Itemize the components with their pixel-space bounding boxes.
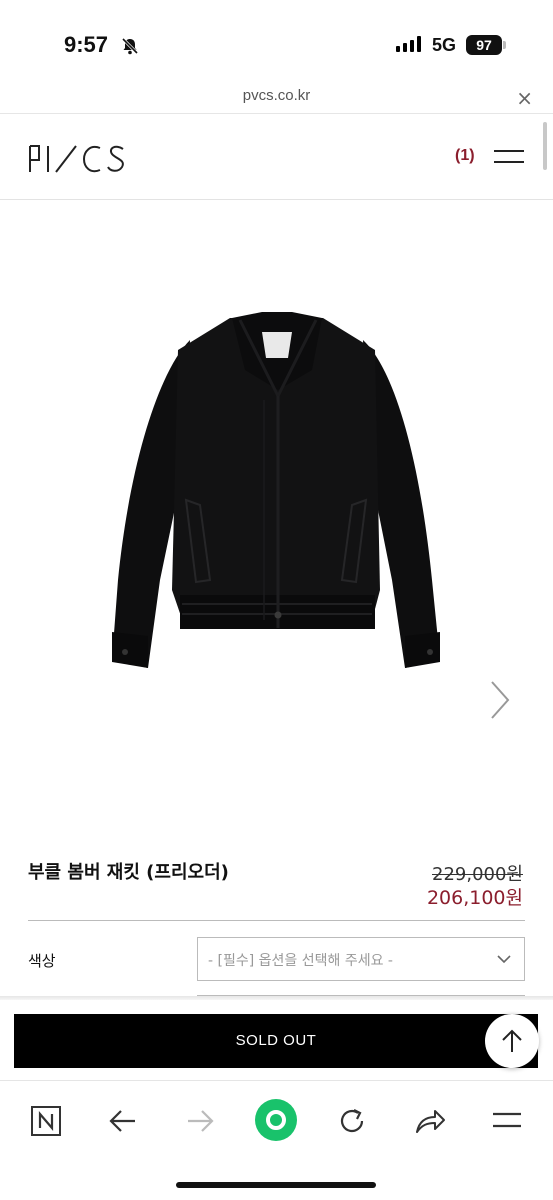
close-icon[interactable]: × (516, 86, 533, 110)
divider (28, 920, 525, 921)
jacket-image (112, 312, 440, 668)
cart-count[interactable]: (1) (455, 147, 475, 165)
battery-tip (503, 41, 506, 49)
share-icon[interactable] (410, 1101, 450, 1141)
chevron-right-icon[interactable] (486, 678, 514, 722)
option-label: 색상 (28, 952, 56, 970)
arrow-up-icon (502, 1029, 522, 1052)
bell-slash-icon (121, 37, 139, 55)
scroll-top-button[interactable] (485, 1014, 539, 1068)
back-arrow-icon[interactable] (103, 1101, 143, 1141)
url-bar[interactable]: pvcs.co.kr × (0, 82, 553, 114)
signal-icon (396, 36, 421, 52)
price-sale: 206,100원 (426, 887, 523, 909)
url-text[interactable]: pvcs.co.kr (0, 87, 553, 104)
hamburger-menu-icon[interactable] (494, 148, 524, 166)
product-image[interactable] (0, 200, 553, 840)
naver-n-icon[interactable] (26, 1101, 66, 1141)
option-placeholder: - [필수] 옵션을 선택해 주세요 - (208, 953, 393, 969)
site-header: (1) (0, 115, 553, 200)
logo[interactable] (28, 142, 140, 176)
home-indicator (176, 1182, 376, 1188)
color-option-select[interactable]: - [필수] 옵션을 선택해 주세요 - (197, 937, 525, 981)
product-name: 부클 봄버 재킷 (프리오더) (28, 862, 229, 883)
sold-out-button[interactable]: SOLD OUT (14, 1014, 538, 1068)
chevron-down-icon (497, 955, 511, 964)
network-type: 5G (432, 35, 457, 55)
status-time: 9:57 (64, 32, 109, 57)
status-bar: 9:57 5G 97 (0, 0, 553, 82)
forward-arrow-icon[interactable] (180, 1101, 220, 1141)
menu-icon[interactable] (487, 1101, 527, 1141)
green-dot-icon[interactable] (254, 1098, 298, 1142)
scrollbar[interactable] (543, 122, 547, 170)
reload-icon[interactable] (332, 1101, 372, 1141)
battery-icon: 97 (466, 35, 502, 55)
